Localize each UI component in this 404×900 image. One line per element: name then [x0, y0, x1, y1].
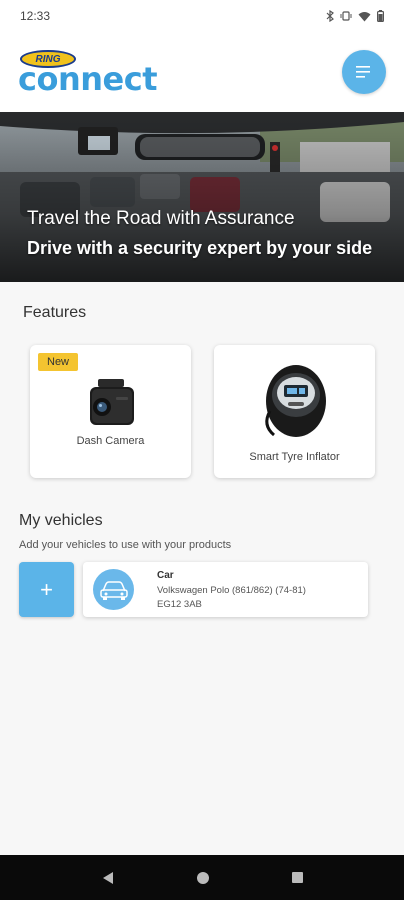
feature-card-smart-tyre-inflator[interactable]: Smart Tyre Inflator [214, 345, 375, 478]
features-title: Features [23, 304, 87, 321]
status-bar: 12:33 [0, 0, 404, 32]
wifi-icon [358, 11, 371, 21]
my-vehicles-subtitle: Add your vehicles to use with your produ… [19, 539, 232, 551]
banner-text: Travel the Road with Assurance Drive wit… [27, 208, 372, 259]
app-header: RING connect [0, 32, 404, 112]
my-vehicles-title: My vehicles [19, 512, 103, 529]
status-time: 12:33 [20, 9, 51, 23]
recents-icon[interactable] [291, 871, 304, 884]
hero-banner: Travel the Road with Assurance Drive wit… [0, 112, 404, 282]
tyre-inflator-image [265, 365, 326, 437]
home-icon[interactable] [196, 871, 210, 885]
feature-label: Smart Tyre Inflator [249, 451, 340, 463]
status-icons [326, 10, 384, 22]
vehicle-avatar [93, 569, 134, 610]
feature-label: Dash Camera [76, 435, 145, 447]
back-icon[interactable] [101, 871, 115, 885]
new-badge: New [38, 353, 79, 371]
add-vehicle-button[interactable]: + [19, 562, 74, 617]
vehicle-card[interactable]: Car Volkswagen Polo (861/862) (74-81) EG… [83, 562, 368, 617]
bluetooth-icon [326, 10, 334, 22]
menu-icon [356, 66, 370, 78]
vehicle-model: Volkswagen Polo (861/862) (74-81) [157, 585, 306, 596]
menu-button[interactable] [342, 50, 386, 94]
banner-headline: Travel the Road with Assurance [27, 208, 295, 229]
plus-icon: + [40, 576, 53, 602]
battery-icon [377, 10, 384, 22]
car-icon [99, 580, 128, 600]
vibrate-icon [340, 11, 352, 21]
banner-subheadline: Drive with a security expert by your sid… [27, 238, 373, 258]
system-nav-bar [0, 855, 404, 900]
vehicle-type: Car [157, 570, 174, 581]
logo-connect-text: connect [18, 60, 157, 98]
feature-card-dash-camera[interactable]: New Dash Camera [30, 345, 191, 478]
vehicle-registration: EG12 3AB [157, 599, 202, 610]
dash-camera-image [90, 379, 134, 425]
ring-connect-logo: RING connect [18, 46, 158, 98]
